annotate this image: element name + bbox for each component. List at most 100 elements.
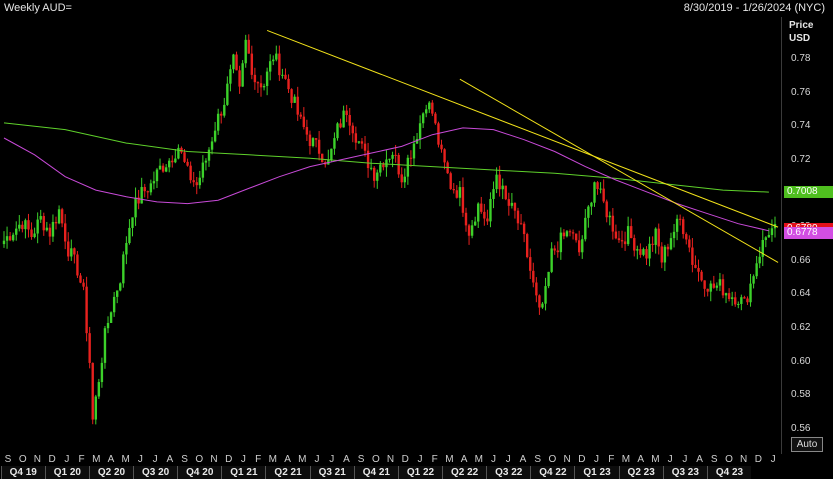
month-tick-label: S <box>181 454 188 465</box>
candle-down <box>602 188 605 202</box>
candle-up <box>36 219 39 234</box>
quarter-label: Q4 22 <box>530 466 575 479</box>
candle-up <box>70 248 73 257</box>
candle-down <box>287 78 290 90</box>
candle-up <box>489 198 492 222</box>
candle-down <box>712 283 716 288</box>
candle-up <box>24 220 27 230</box>
candle-up <box>755 263 758 277</box>
candle-down <box>617 238 621 241</box>
quarter-label: Q4 20 <box>177 466 222 479</box>
candle-down <box>171 160 174 163</box>
candle-down <box>238 70 241 87</box>
candle-up <box>131 217 134 228</box>
candle-down <box>409 157 413 159</box>
month-tick-label: A <box>460 454 468 465</box>
price-tick-label: 0.76 <box>791 86 811 98</box>
candle-up <box>758 256 761 264</box>
candle-down <box>678 218 682 220</box>
price-chart-plot-area[interactable] <box>0 17 782 454</box>
candle-down <box>195 182 198 186</box>
last-value-badge: 0.7008 <box>784 186 833 199</box>
candle-down <box>467 225 471 236</box>
candle-down <box>290 89 293 103</box>
candle-up <box>675 218 679 232</box>
quarter-label: Q3 20 <box>133 466 178 479</box>
price-axis-label: Price USD <box>789 19 813 45</box>
candle-up <box>45 227 49 231</box>
candle-down <box>538 295 541 308</box>
price-tick-label: 0.62 <box>791 321 811 333</box>
candle-up <box>333 138 336 149</box>
candle-up <box>229 69 232 84</box>
candle-down <box>82 282 85 287</box>
candle-down <box>568 231 572 233</box>
month-tick-label: J <box>314 454 320 465</box>
candle-up <box>418 123 422 139</box>
month-tick-label: A <box>107 454 115 465</box>
time-axis[interactable]: SONDJFMAMJJASONDJFMAMJJASONDJFMAMJJASOND… <box>0 454 782 479</box>
month-tick-label: J <box>594 454 600 465</box>
candle-down <box>574 233 578 241</box>
candle-down <box>449 173 452 189</box>
candle-down <box>339 123 342 128</box>
candle-down <box>434 113 437 124</box>
candle-up <box>550 248 553 272</box>
candle-down <box>299 114 302 117</box>
candle-down <box>455 190 459 198</box>
candle-down <box>639 249 642 255</box>
candle-up <box>559 232 563 253</box>
candle-down <box>186 161 189 166</box>
month-tick-label: D <box>48 454 56 465</box>
price-tick-label: 0.74 <box>791 120 811 132</box>
candle-down <box>464 212 468 226</box>
candle-up <box>406 157 410 177</box>
candle-up <box>272 59 275 62</box>
candle-down <box>360 141 364 144</box>
candle-up <box>458 187 462 198</box>
quarter-label: Q1 21 <box>221 466 266 479</box>
quarter-label: Q2 22 <box>442 466 487 479</box>
candle-down <box>63 223 67 242</box>
auto-scale-button[interactable]: Auto <box>791 437 823 452</box>
candle-up <box>369 167 373 169</box>
month-tick-label: S <box>357 454 365 465</box>
month-tick-label: J <box>417 454 423 465</box>
candle-down <box>694 264 697 268</box>
candle-up <box>412 143 416 159</box>
instrument-title: Weekly AUD= <box>4 2 72 14</box>
candle-down <box>27 220 30 230</box>
month-tick-label: J <box>240 454 246 465</box>
candle-up <box>15 228 18 235</box>
candle-down <box>525 234 529 258</box>
candle-up <box>672 231 676 239</box>
candle-up <box>376 172 379 181</box>
candle-up <box>749 283 752 303</box>
candle-down <box>183 152 186 162</box>
month-tick-label: M <box>474 454 483 465</box>
candle-up <box>168 160 171 168</box>
candle-down <box>351 125 354 134</box>
candle-down <box>697 267 700 272</box>
candle-down <box>382 164 385 168</box>
candle-down <box>596 182 599 189</box>
candle-up <box>2 240 6 245</box>
month-tick-label: M <box>121 454 130 465</box>
candle-down <box>348 115 351 126</box>
candle-down <box>440 144 443 150</box>
candle-up <box>565 231 569 237</box>
candle-up <box>204 160 208 163</box>
candle-up <box>330 148 333 160</box>
candle-down <box>486 218 489 222</box>
month-tick-label: D <box>225 454 233 465</box>
candle-up <box>492 189 495 199</box>
candle-down <box>235 54 238 71</box>
candle-down <box>91 362 94 420</box>
month-tick-label: M <box>621 454 631 465</box>
month-tick-label: M <box>268 454 278 465</box>
candle-up <box>385 159 388 168</box>
candle-down <box>571 232 575 234</box>
candle-up <box>718 279 722 286</box>
candle-up <box>125 243 128 255</box>
candle-down <box>519 223 523 225</box>
